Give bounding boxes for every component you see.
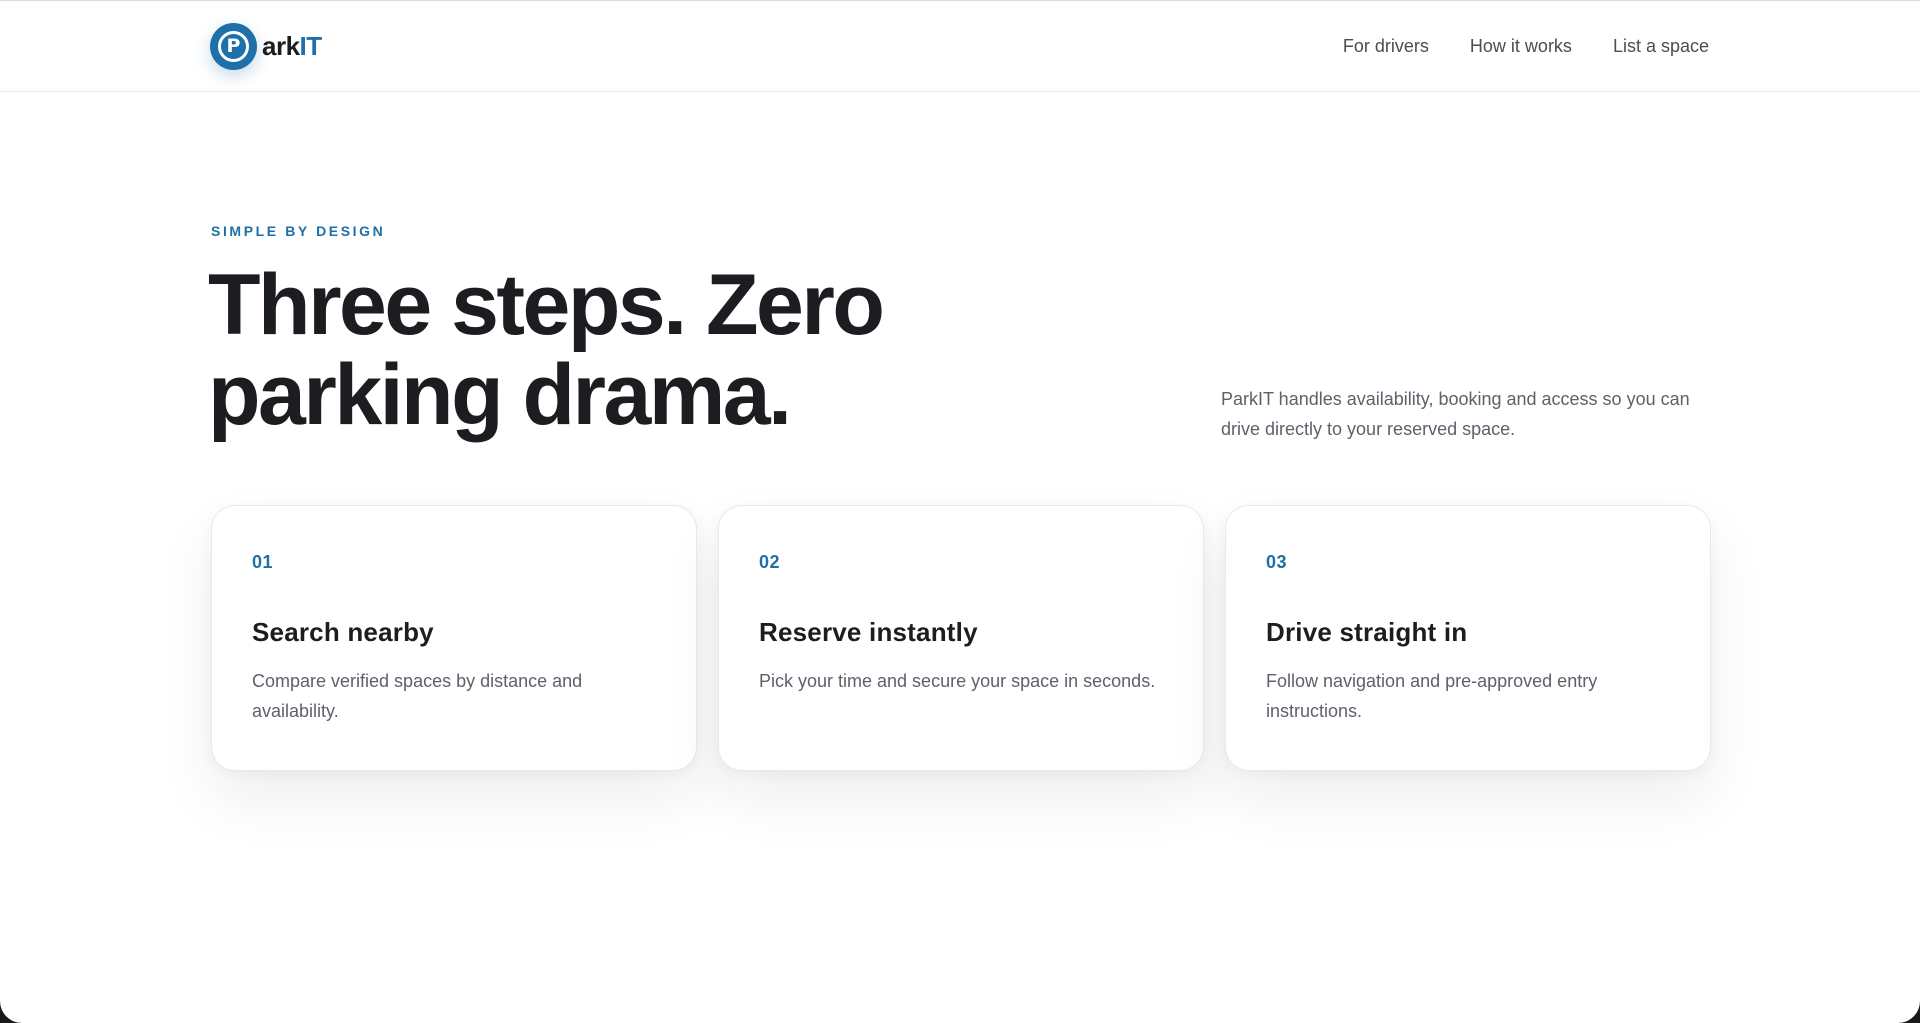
nav-link-for-drivers[interactable]: For drivers bbox=[1343, 36, 1429, 57]
section-heading: Three steps. Zero parking drama. bbox=[208, 260, 968, 440]
step-card-search: 01 Search nearby Compare verified spaces… bbox=[211, 505, 697, 771]
nav-link-list-a-space[interactable]: List a space bbox=[1613, 36, 1709, 57]
step-description: Pick your time and secure your space in … bbox=[759, 671, 1156, 691]
parking-p-icon: P bbox=[210, 23, 257, 70]
step-number: 02 bbox=[759, 552, 781, 572]
brand-logo[interactable]: P arkIT bbox=[210, 23, 322, 70]
step-number: 01 bbox=[252, 552, 274, 572]
section-lead: ParkIT handles availability, booking and… bbox=[1221, 389, 1690, 439]
section-eyebrow: SIMPLE BY DESIGN bbox=[211, 223, 386, 239]
step-card-drive: 03 Drive straight in Follow navigation a… bbox=[1225, 505, 1711, 771]
main-nav: For drivers How it works List a space bbox=[1343, 1, 1709, 92]
step-title: Search nearby bbox=[252, 617, 434, 647]
step-title: Reserve instantly bbox=[759, 617, 978, 647]
logo-mark-letter: P bbox=[226, 35, 241, 57]
steps-list: 01 Search nearby Compare verified spaces… bbox=[211, 505, 1711, 771]
brand-name-accent: IT bbox=[299, 31, 323, 61]
site-header: P arkIT For drivers How it works List a … bbox=[0, 1, 1920, 92]
nav-link-how-it-works[interactable]: How it works bbox=[1470, 36, 1572, 57]
brand-wordmark: arkIT bbox=[262, 31, 322, 62]
step-number: 03 bbox=[1266, 552, 1288, 572]
step-description: Follow navigation and pre-approved entry… bbox=[1266, 671, 1598, 721]
brand-name-dark: ark bbox=[262, 31, 300, 61]
step-description: Compare verified spaces by distance and … bbox=[252, 671, 583, 721]
step-card-reserve: 02 Reserve instantly Pick your time and … bbox=[718, 505, 1204, 771]
page: P arkIT For drivers How it works List a … bbox=[0, 0, 1920, 1023]
heading-line-2: parking drama. bbox=[208, 347, 792, 443]
step-title: Drive straight in bbox=[1266, 617, 1468, 647]
heading-line-1: Three steps. Zero bbox=[208, 257, 885, 353]
